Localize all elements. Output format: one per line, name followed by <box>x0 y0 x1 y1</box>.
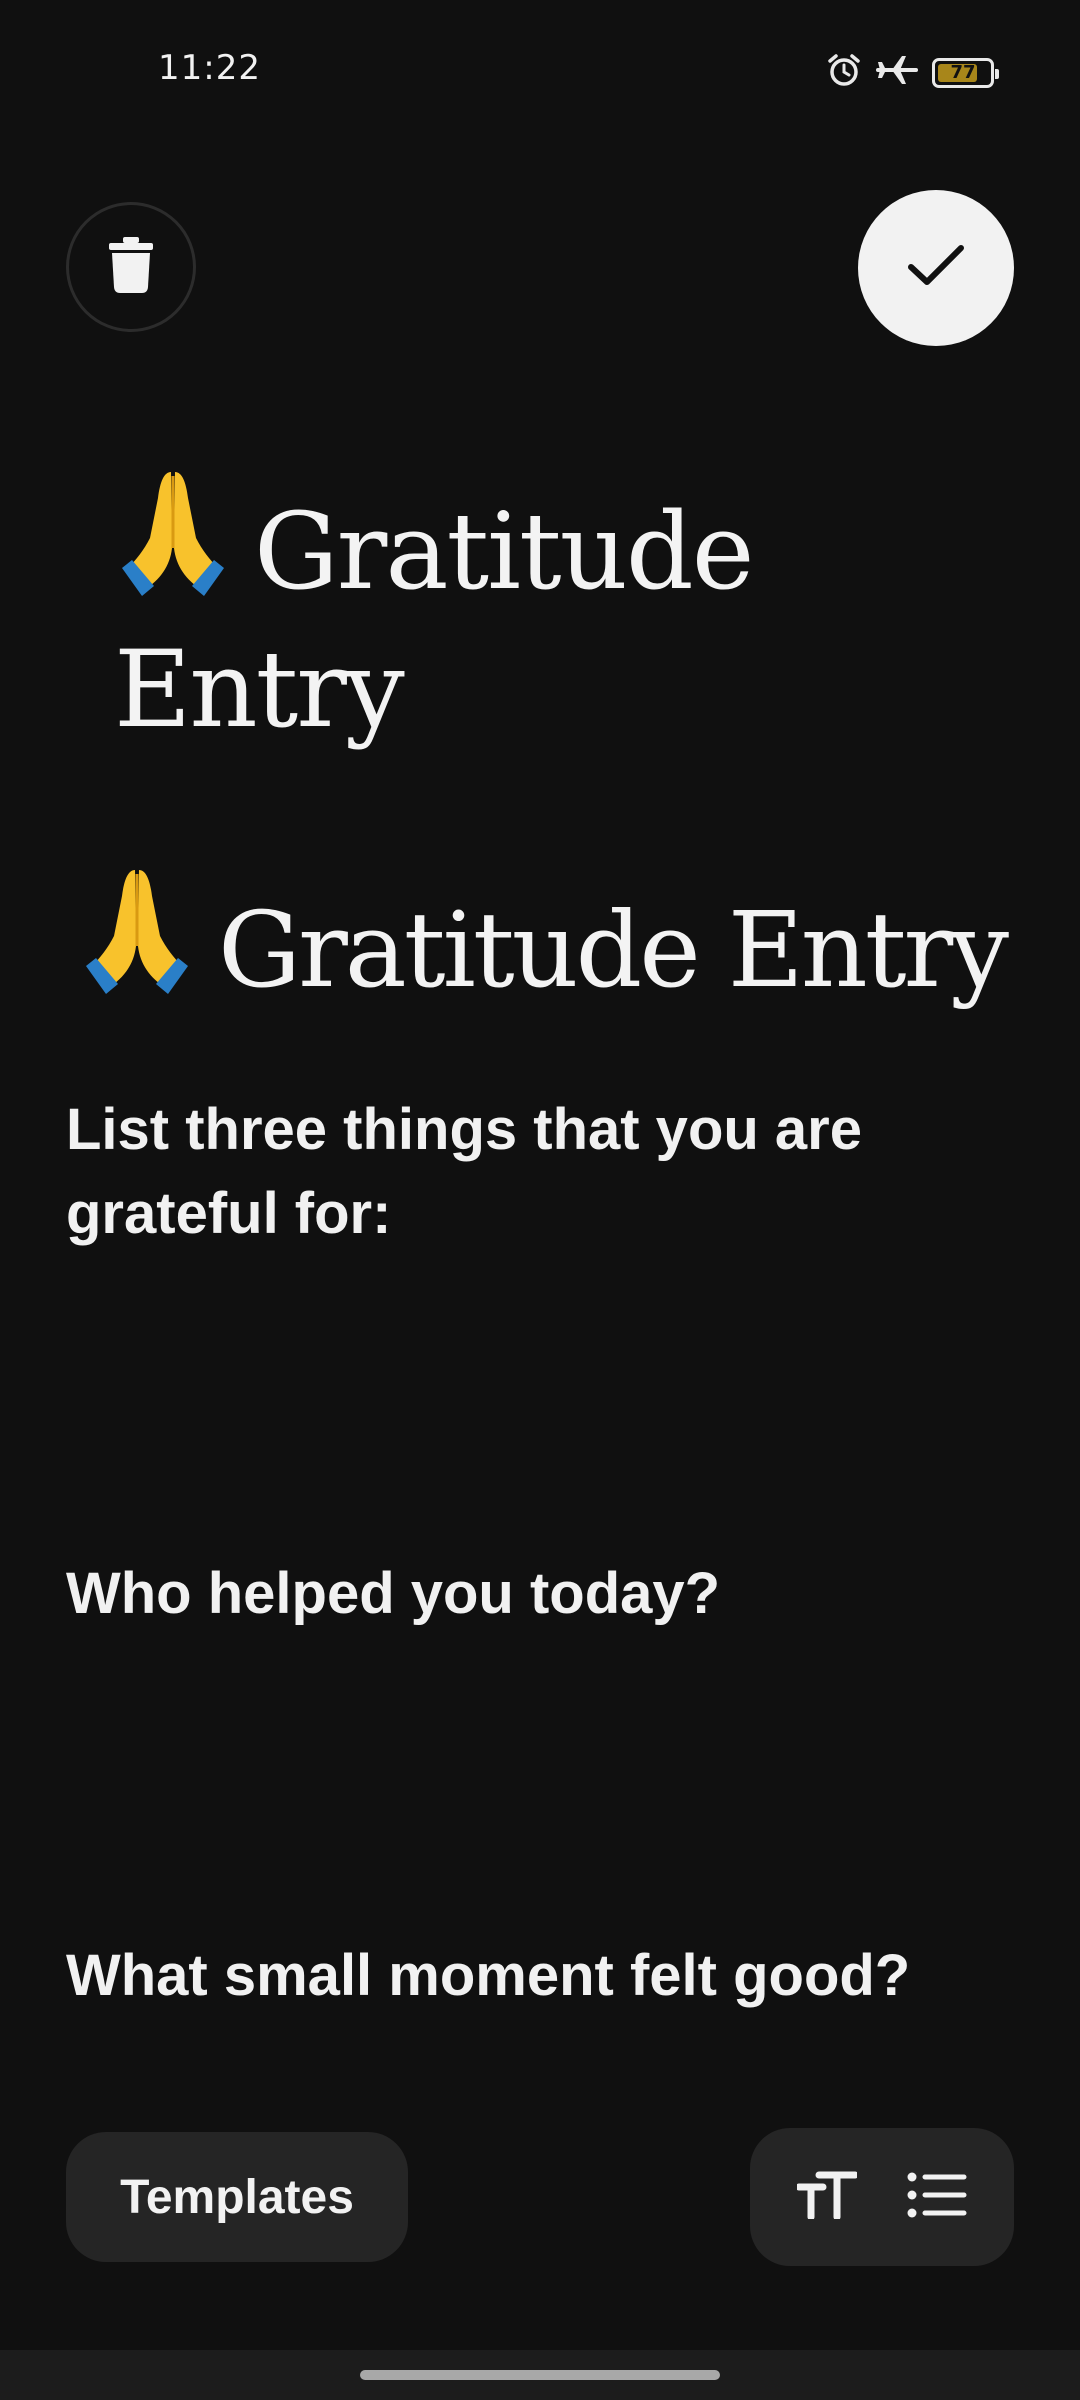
battery-level: 77 <box>950 62 976 83</box>
list-button[interactable] <box>892 2152 982 2242</box>
battery-icon: 77 <box>932 57 999 88</box>
prompt-who-helped[interactable]: Who helped you today? <box>66 1552 986 1636</box>
status-icons: 77 <box>826 52 999 93</box>
templates-button[interactable]: Templates <box>66 2132 408 2262</box>
airplane-mode-icon <box>876 52 918 93</box>
text-size-button[interactable] <box>782 2152 872 2242</box>
entry-heading[interactable]: Gratitude Entry <box>78 866 1058 1023</box>
home-indicator[interactable] <box>360 2370 720 2380</box>
bulleted-list-icon <box>907 2172 967 2223</box>
praying-hands-emoji <box>78 866 196 1023</box>
done-button[interactable] <box>858 190 1014 346</box>
text-size-icon <box>795 2171 859 2224</box>
trash-icon <box>109 236 153 298</box>
praying-hands-emoji <box>114 468 232 625</box>
entry-heading-text: Gratitude Entry <box>218 889 1009 1011</box>
prompt-small-moment[interactable]: What small moment felt good? <box>66 1934 986 2018</box>
status-time: 11:22 <box>158 48 261 88</box>
format-toolbar <box>750 2128 1014 2266</box>
delete-button[interactable] <box>66 202 196 332</box>
checkmark-icon <box>906 243 966 294</box>
status-bar: 11:22 77 <box>0 0 1080 140</box>
alarm-icon <box>826 52 862 93</box>
navigation-bar <box>0 2350 1080 2400</box>
prompt-grateful-for[interactable]: List three things that you are grateful … <box>66 1088 986 1256</box>
entry-title[interactable]: Gratitude Entry <box>114 468 934 755</box>
